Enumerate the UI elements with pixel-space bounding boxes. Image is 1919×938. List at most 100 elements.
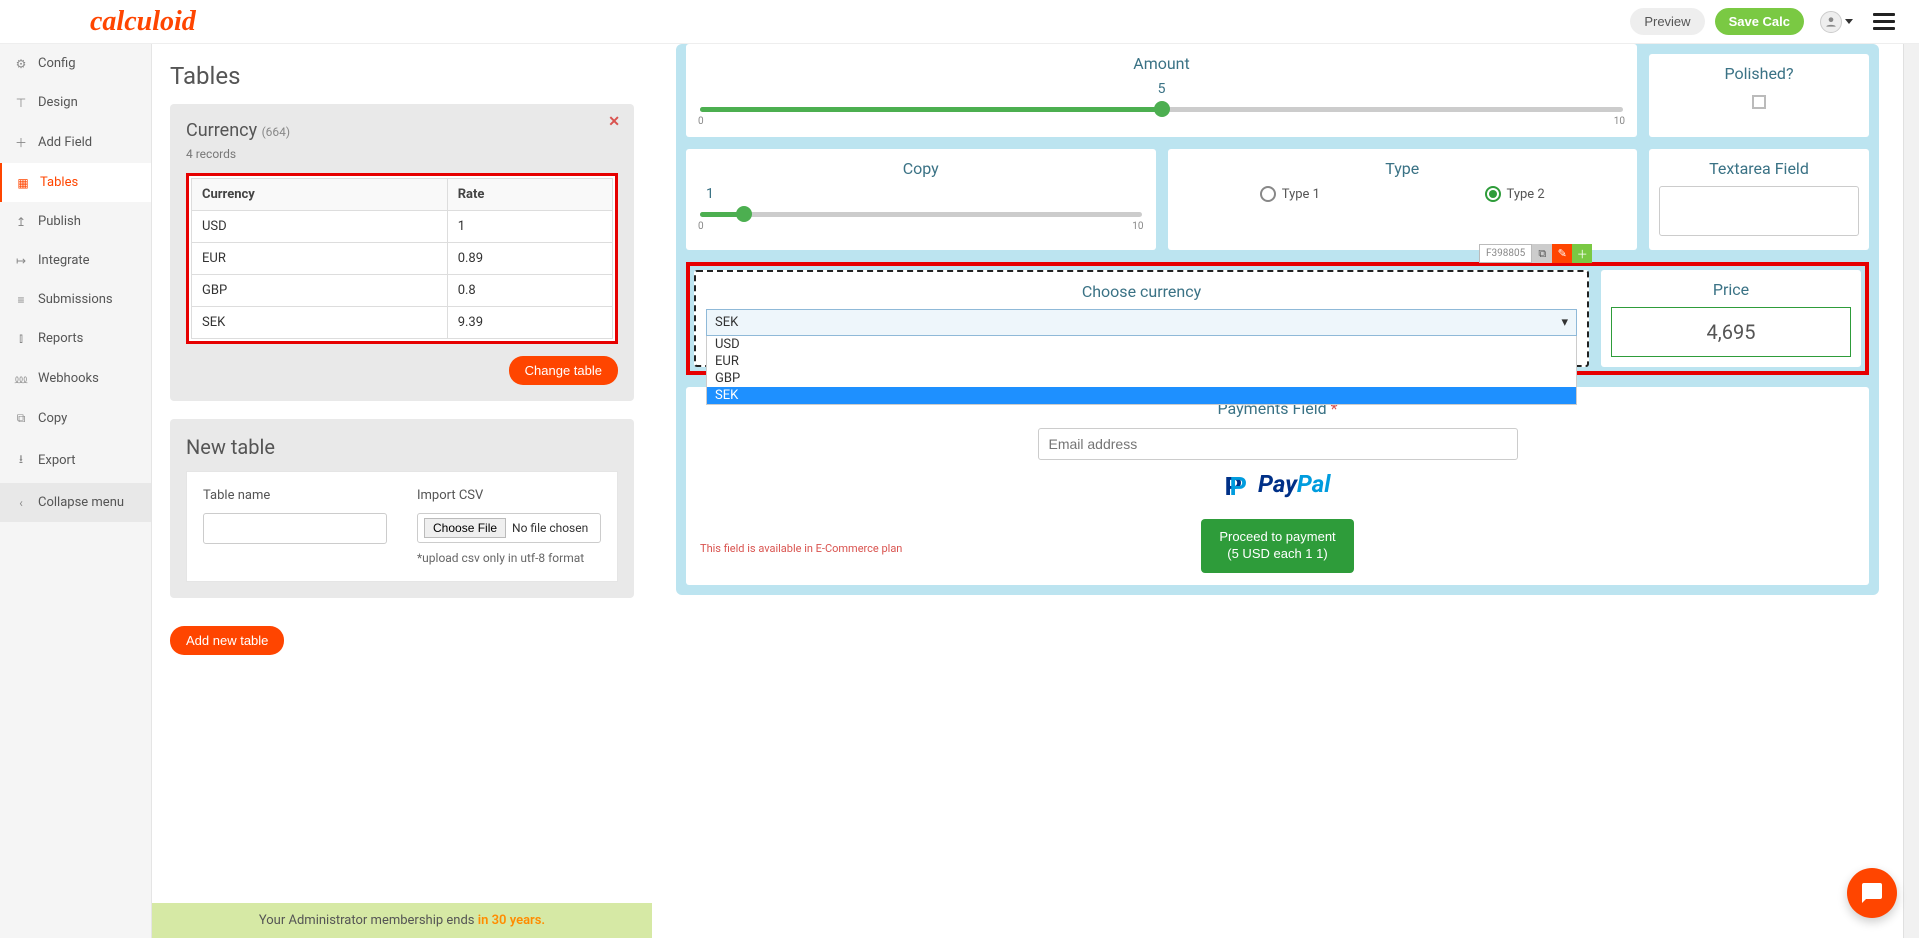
col-currency: Currency [192, 179, 448, 211]
cell: EUR [192, 243, 448, 275]
sidebar-item-label: Integrate [38, 253, 90, 268]
type-title: Type [1178, 159, 1628, 178]
file-input-wrap[interactable]: Choose File No file chosen [417, 513, 601, 543]
price-title: Price [1611, 280, 1851, 299]
sidebar-item-submissions[interactable]: ≡Submissions [0, 280, 151, 319]
proceed-line1: Proceed to payment [1219, 529, 1335, 544]
hamburger-menu-icon[interactable] [1869, 9, 1899, 34]
textarea-title: Textarea Field [1659, 159, 1859, 178]
amount-slider[interactable] [700, 107, 1623, 112]
table-icon: ▦ [16, 176, 30, 190]
proceed-line2: (5 USD each 1 1) [1227, 546, 1327, 561]
user-avatar-icon [1820, 11, 1842, 33]
cell: 0.89 [447, 243, 612, 275]
sidebar-item-tables[interactable]: ▦Tables [0, 163, 151, 202]
list-icon: ≡ [14, 293, 28, 307]
table-row[interactable]: GBP0.8 [192, 275, 613, 307]
change-table-button[interactable]: Change table [509, 356, 618, 385]
currency-table-highlight: Currency Rate USD1 EUR0.89 GBP0.8 SEK9.3… [186, 173, 618, 344]
logo[interactable]: calculoid [90, 6, 196, 38]
table-row[interactable]: USD1 [192, 211, 613, 243]
polished-checkbox[interactable] [1752, 95, 1766, 109]
sidebar-item-label: Reports [38, 331, 83, 346]
paypal-logo: PayPal [698, 470, 1857, 501]
polished-widget: Polished? [1649, 54, 1869, 137]
sidebar-item-label: Collapse menu [38, 495, 124, 510]
new-table-card: New table Table name Import CSV Choose F… [170, 419, 634, 598]
plus-icon[interactable]: ＋ [1572, 244, 1592, 263]
sidebar-item-export[interactable]: ⭳ Export [0, 438, 151, 483]
dropdown-option[interactable]: EUR [707, 353, 1576, 370]
cell: 9.39 [447, 307, 612, 339]
cell: 0.8 [447, 275, 612, 307]
price-widget: Price 4,695 [1601, 270, 1861, 367]
dropdown-option[interactable]: GBP [707, 370, 1576, 387]
save-calc-button[interactable]: Save Calc [1715, 8, 1804, 35]
sidebar-item-integrate[interactable]: ↦Integrate [0, 241, 151, 280]
currency-card: ✕ Currency (664) 4 records Currency Rate… [170, 104, 634, 401]
top-actions: Preview Save Calc [1630, 8, 1899, 35]
choose-file-button[interactable]: Choose File [424, 518, 506, 538]
tables-panel: Tables ✕ Currency (664) 4 records Curren… [152, 44, 652, 938]
col-rate: Rate [447, 179, 612, 211]
type-option-1[interactable]: Type 1 [1260, 186, 1320, 202]
slider-min: 0 [698, 116, 704, 127]
plus-icon: ＋ [14, 134, 28, 151]
webhook-icon: ⅏ [14, 370, 28, 387]
sidebar: ⚙Config ⊤Design ＋Add Field ▦Tables ↥Publ… [0, 44, 152, 938]
banner-highlight: in 30 years. [478, 913, 545, 928]
sidebar-item-collapse[interactable]: ‹ Collapse menu [0, 483, 151, 522]
copy-slider[interactable] [700, 212, 1142, 217]
sidebar-item-design[interactable]: ⊤Design [0, 83, 151, 122]
sidebar-item-publish[interactable]: ↥Publish [0, 202, 151, 241]
email-input[interactable] [1038, 428, 1518, 460]
slider-thumb-icon[interactable] [736, 206, 752, 222]
cell: SEK [192, 307, 448, 339]
currency-price-highlight: F398805 ⧉ ✎ ＋ Choose currency SEK ▾ [686, 262, 1869, 375]
slider-thumb-icon[interactable] [1154, 101, 1170, 117]
amount-title: Amount [696, 54, 1627, 73]
currency-dropdown: USD EUR GBP SEK [706, 336, 1577, 405]
chart-icon: ⫾ [14, 331, 28, 346]
sidebar-item-webhooks[interactable]: ⅏ Webhooks [0, 358, 151, 399]
preview-button[interactable]: Preview [1630, 8, 1704, 35]
sidebar-item-label: Copy [38, 411, 67, 426]
radio-label: Type 2 [1507, 187, 1545, 202]
chevron-down-icon: ▾ [1561, 315, 1568, 330]
scrollbar[interactable] [1903, 44, 1919, 938]
price-value: 4,695 [1611, 307, 1851, 357]
choose-currency-widget: Choose currency SEK ▾ USD EUR GBP SEK [694, 270, 1589, 367]
sidebar-item-add-field[interactable]: ＋Add Field [0, 122, 151, 163]
sidebar-item-copy[interactable]: ⧉Copy [0, 399, 151, 438]
textarea-input[interactable] [1659, 186, 1859, 236]
table-row[interactable]: EUR0.89 [192, 243, 613, 275]
copy-value: 1 [706, 186, 1146, 202]
proceed-button[interactable]: Proceed to payment (5 USD each 1 1) [1201, 519, 1353, 573]
chevron-left-icon: ‹ [14, 496, 28, 510]
gear-icon: ⚙ [14, 57, 28, 71]
sidebar-item-config[interactable]: ⚙Config [0, 44, 151, 83]
table-name-input[interactable] [203, 513, 387, 544]
user-menu[interactable] [1814, 11, 1859, 33]
admin-banner: Your Administrator membership ends in 30… [152, 903, 652, 938]
pencil-icon[interactable]: ✎ [1552, 244, 1572, 263]
dropdown-option[interactable]: USD [707, 336, 1576, 353]
close-icon[interactable]: ✕ [608, 114, 620, 130]
dropdown-option[interactable]: SEK [707, 387, 1576, 404]
table-row[interactable]: SEK9.39 [192, 307, 613, 339]
sidebar-item-reports[interactable]: ⫾ Reports [0, 319, 151, 358]
currency-select[interactable]: SEK ▾ [706, 309, 1577, 336]
import-csv-label: Import CSV [417, 488, 601, 503]
card-title: Currency (664) [186, 120, 618, 141]
top-header: calculoid Preview Save Calc [0, 0, 1919, 44]
clone-icon[interactable]: ⧉ [1532, 244, 1552, 263]
chat-bubble-icon[interactable] [1847, 868, 1897, 918]
page-title: Tables [170, 62, 634, 90]
export-icon: ⭳ [14, 450, 28, 471]
cell: GBP [192, 275, 448, 307]
sidebar-item-label: Webhooks [38, 371, 99, 386]
sidebar-item-label: Export [38, 453, 76, 468]
add-new-table-button[interactable]: Add new table [170, 626, 284, 655]
choose-currency-title: Choose currency [706, 282, 1577, 301]
type-option-2[interactable]: Type 2 [1485, 186, 1545, 202]
